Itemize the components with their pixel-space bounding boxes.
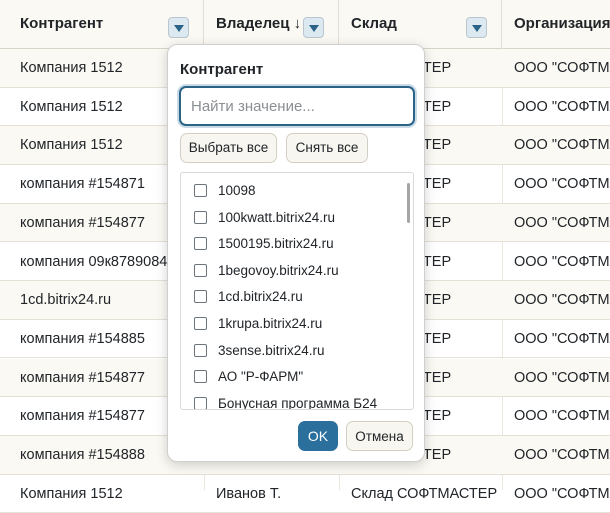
option-checkbox[interactable] [194, 343, 207, 357]
filter-dropdown-icon[interactable] [466, 17, 487, 38]
table-cell-org: ООО "СОФТМАСТЕР" [514, 176, 610, 193]
filter-option[interactable]: 1500195.bitrix24.ru [181, 231, 401, 257]
filter-option[interactable]: 1begovoy.bitrix24.ru [181, 258, 401, 284]
filter-dropdown-icon[interactable] [303, 17, 324, 38]
option-checkbox[interactable] [194, 184, 207, 197]
option-checkbox[interactable] [194, 290, 207, 304]
option-label: 1krupa.bitrix24.ru [218, 316, 323, 331]
filter-popup-title: Контрагент [180, 61, 264, 78]
filter-option[interactable]: 10098 [181, 178, 401, 204]
option-label: 1begovoy.bitrix24.ru [218, 262, 339, 278]
table-cell-org: ООО "СОФТМАСТЕР" [514, 408, 610, 425]
clear-all-button[interactable]: Снять все [286, 133, 368, 163]
filter-dropdown-icon[interactable] [168, 17, 189, 38]
option-checkbox[interactable] [194, 237, 207, 251]
column-filter-popup: Контрагент Выбрать все Снять все 1009810… [167, 44, 425, 462]
grid-header: Контрагент Владелец ↓ Склад Организация [0, 0, 610, 49]
table-cell-org: ООО "СОФТМАСТЕР" [514, 137, 610, 154]
option-label: АО "Р-ФАРМ" [218, 369, 304, 385]
filter-option[interactable]: 1cd.bitrix24.ru [181, 284, 401, 310]
table-cell-org: ООО "СОФТМАСТЕР" [514, 253, 610, 270]
cancel-button[interactable]: Отмена [346, 421, 413, 451]
column-header-label: Владелец ↓ [216, 15, 302, 32]
list-scrollbar[interactable] [407, 183, 410, 223]
table-cell-org: ООО "СОФТМАСТЕР" [514, 485, 610, 502]
option-label: Бонусная программа Б24 [218, 395, 378, 410]
option-checkbox[interactable] [194, 396, 207, 409]
option-label: 3sense.bitrix24.ru [218, 342, 325, 358]
filter-option[interactable]: 100kwatt.bitrix24.ru [181, 205, 401, 231]
option-checkbox[interactable] [194, 370, 207, 384]
filter-search-input[interactable] [179, 86, 415, 126]
option-checkbox[interactable] [194, 263, 207, 277]
table-cell-org: ООО "СОФТМАСТЕР" [514, 292, 610, 309]
filter-option[interactable]: Бонусная программа Б24 [181, 391, 401, 410]
option-checkbox[interactable] [194, 317, 207, 330]
filter-values-list[interactable]: 10098 100kwatt.bitrix24.ru 1500195.bitrix2… [180, 172, 414, 410]
select-all-button[interactable]: Выбрать все [180, 133, 277, 163]
column-header-label: Склад [351, 15, 397, 32]
option-label: 10098 [218, 183, 256, 198]
table-cell-kontragent: Компания 1512 [20, 485, 123, 502]
filter-option[interactable]: АО "Р-ФАРМ" [181, 364, 401, 390]
column-header-org[interactable]: Организация [502, 0, 610, 48]
filter-option[interactable]: 1krupa.bitrix24.ru [181, 311, 401, 337]
table-cell-org: ООО "СОФТМАСТЕР" [514, 369, 610, 386]
option-label: 1500195.bitrix24.ru [218, 236, 334, 252]
option-label: 1cd.bitrix24.ru [218, 289, 303, 305]
table-cell-org: ООО "СОФТМАСТЕР" [514, 214, 610, 231]
table-cell-org: ООО "СОФТМАСТЕР" [514, 98, 610, 115]
table-cell-org: ООО "СОФТМАСТЕР" [514, 330, 610, 347]
table-cell-org: ООО "СОФТМАСТЕР" [514, 447, 610, 463]
option-label: 100kwatt.bitrix24.ru [218, 209, 336, 225]
table-row[interactable]: Компания 1512 Иванов Т. Склад СОФТМАСТЕР ОО… [0, 475, 610, 513]
filter-option[interactable]: 3sense.bitrix24.ru [181, 338, 401, 364]
ok-button[interactable]: OK [298, 421, 338, 451]
column-header-label: Организация [514, 15, 610, 32]
option-checkbox[interactable] [194, 210, 207, 224]
table-cell-vladelec: Иванов Т. [216, 485, 282, 502]
column-header-label: Контрагент [20, 15, 104, 32]
table-cell-sklad: Склад СОФТМАСТЕР [351, 485, 498, 502]
table-cell-org: ООО "СОФТМАСТЕР" [514, 60, 610, 76]
